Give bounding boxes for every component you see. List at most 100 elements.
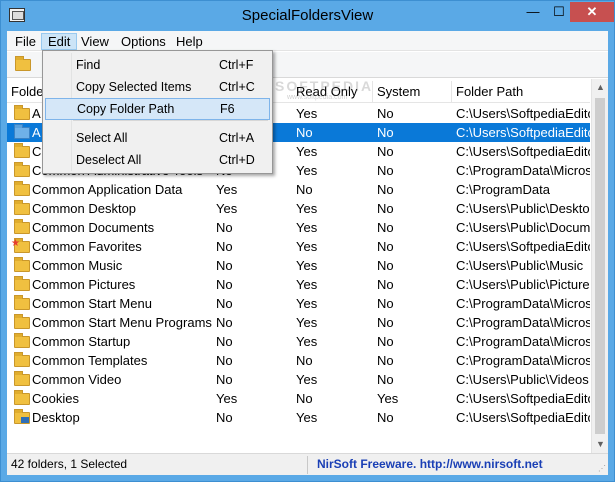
column-header-system[interactable]: System [373, 81, 452, 103]
cell-system: No [377, 315, 394, 330]
folder-icon [14, 352, 30, 367]
scroll-up-icon[interactable]: ▲ [592, 79, 608, 96]
menu-edit[interactable]: Edit [41, 33, 78, 50]
table-row[interactable]: Common Pictures No Yes No C:\Users\Public\Pi… [7, 275, 590, 294]
table-row[interactable]: Common Application Data Yes No No C:\Program… [7, 180, 590, 199]
vertical-scroll-thumb[interactable] [595, 98, 605, 434]
cell-folder-path: C:\Users\SoftpediaEditor\ [456, 144, 590, 159]
watermark-subtext: www.softpedia.com [287, 94, 348, 101]
folder-icon [14, 371, 30, 386]
cell-hidden: No [216, 372, 233, 387]
cell-folder-path: C:\Users\SoftpediaEditor\ [456, 125, 590, 140]
cell-read-only: Yes [296, 258, 318, 273]
cell-hidden: No [216, 258, 233, 273]
table-row[interactable]: Common Music No Yes No C:\Users\Public\Music [7, 256, 590, 275]
table-row[interactable]: Common Favorites No Yes No C:\Users\Softpedi… [7, 237, 590, 256]
cell-folder-name: Common Music [32, 258, 123, 273]
cell-folder-name: Common Start Menu Programs [32, 315, 212, 330]
cell-system: No [377, 296, 394, 311]
folder-icon [14, 295, 30, 310]
cell-read-only: Yes [296, 372, 318, 387]
close-button[interactable]: ✕ [570, 2, 614, 22]
folder-icon [14, 276, 30, 291]
status-bar: 42 folders, 1 Selected NirSoft Freeware.… [7, 453, 608, 475]
table-row[interactable]: Common Desktop Yes Yes No C:\Users\Public\De… [7, 199, 590, 218]
cell-system: No [377, 410, 394, 425]
cell-system: No [377, 353, 394, 368]
menu-item-copy-folder-path[interactable]: Copy Folder Path F6 [45, 98, 270, 120]
menu-item-shortcut: Ctrl+F [219, 58, 254, 72]
menu-item-label: Select All [76, 131, 128, 145]
maximize-button[interactable]: ☐ [546, 2, 572, 22]
cell-system: No [377, 258, 394, 273]
cell-system: No [377, 201, 394, 216]
cell-folder-path: C:\Users\Public\Videos [456, 372, 589, 387]
cell-read-only: Yes [296, 315, 318, 330]
table-row[interactable]: Common Documents No Yes No C:\Users\Public\D… [7, 218, 590, 237]
cell-folder-path: C:\ProgramData\Microso [456, 163, 590, 178]
cell-folder-path: C:\Users\SoftpediaEditor\ [456, 239, 590, 254]
menu-item-shortcut: Ctrl+D [219, 153, 255, 167]
table-row[interactable]: Common Start Menu Programs No Yes No C:\Prog… [7, 313, 590, 332]
folder-icon [14, 219, 30, 234]
app-window: SpecialFoldersView — ☐ ✕ File Edit View … [0, 0, 615, 482]
cell-hidden: No [216, 239, 233, 254]
folder-icon [14, 181, 30, 196]
folder-icon [14, 314, 30, 329]
folder-open-icon [15, 56, 31, 71]
column-header-folder-path[interactable]: Folder Path [452, 81, 590, 103]
cell-hidden: Yes [216, 391, 238, 406]
cell-read-only: No [296, 125, 313, 140]
folder-icon [14, 200, 30, 215]
cell-folder-name: Common Pictures [32, 277, 136, 292]
scroll-down-icon[interactable]: ▼ [592, 436, 608, 453]
cell-folder-name: Common Favorites [32, 239, 142, 254]
menu-item-shortcut: F6 [220, 102, 235, 116]
table-row[interactable]: Desktop No Yes No C:\Users\SoftpediaEditor\ [7, 408, 590, 427]
menu-item-deselect-all[interactable]: Deselect All Ctrl+D [45, 149, 270, 171]
menu-item-copy-selected[interactable]: Copy Selected Items Ctrl+C [45, 76, 270, 98]
menu-options[interactable]: Options [115, 33, 172, 50]
watermark-text: SOFTPEDIA [275, 78, 374, 94]
vertical-scrollbar[interactable]: ▲ ▼ [591, 79, 608, 453]
cell-folder-path: C:\ProgramData\Microso [456, 334, 590, 349]
table-row[interactable]: Cookies Yes No Yes C:\Users\SoftpediaEditor\ [7, 389, 590, 408]
cell-read-only: Yes [296, 277, 318, 292]
cell-hidden: Yes [216, 201, 238, 216]
cell-folder-path: C:\Users\Public\Documents [456, 220, 590, 235]
menu-item-find[interactable]: Find Ctrl+F [45, 54, 270, 76]
menu-item-label: Find [76, 58, 101, 72]
minimize-button[interactable]: — [520, 2, 546, 22]
nirsoft-link[interactable]: NirSoft Freeware. http://www.nirsoft.net [317, 457, 543, 471]
table-row[interactable]: Common Startup No Yes No C:\ProgramData\Micr… [7, 332, 590, 351]
status-count: 42 folders, 1 Selected [11, 457, 128, 471]
cell-hidden: No [216, 277, 233, 292]
resize-grip-icon[interactable]: ⋰ [598, 464, 606, 473]
cell-hidden: No [216, 410, 233, 425]
cell-folder-name: Common Startup [32, 334, 131, 349]
table-row[interactable]: Common Templates No No No C:\ProgramData\Mic… [7, 351, 590, 370]
menu-item-shortcut: Ctrl+A [219, 131, 255, 145]
title-bar[interactable]: SpecialFoldersView — ☐ ✕ [1, 1, 614, 31]
cell-folder-path: C:\Users\SoftpediaEditor\ [456, 410, 590, 425]
folder-icon [14, 143, 30, 158]
menu-file[interactable]: File [9, 33, 42, 50]
cell-system: No [377, 163, 394, 178]
cell-read-only: No [296, 391, 313, 406]
menu-item-label: Deselect All [76, 153, 142, 167]
cell-read-only: Yes [296, 144, 318, 159]
table-row[interactable]: Common Video No Yes No C:\Users\Public\Video… [7, 370, 590, 389]
cell-folder-name: Common Video [32, 372, 122, 387]
cell-folder-path: C:\Users\Public\Pictures [456, 277, 590, 292]
folder-icon [14, 333, 30, 348]
edit-menu-dropdown: Find Ctrl+F Copy Selected Items Ctrl+C C… [42, 50, 273, 174]
menu-item-select-all[interactable]: Select All Ctrl+A [45, 127, 270, 149]
open-folder-button[interactable] [13, 55, 33, 73]
cell-system: No [377, 239, 394, 254]
menu-help[interactable]: Help [170, 33, 209, 50]
table-row[interactable]: Common Start Menu No Yes No C:\ProgramData\M… [7, 294, 590, 313]
cell-read-only: Yes [296, 201, 318, 216]
cell-read-only: Yes [296, 163, 318, 178]
cell-folder-name: Common Documents [32, 220, 155, 235]
menu-view[interactable]: View [75, 33, 115, 50]
